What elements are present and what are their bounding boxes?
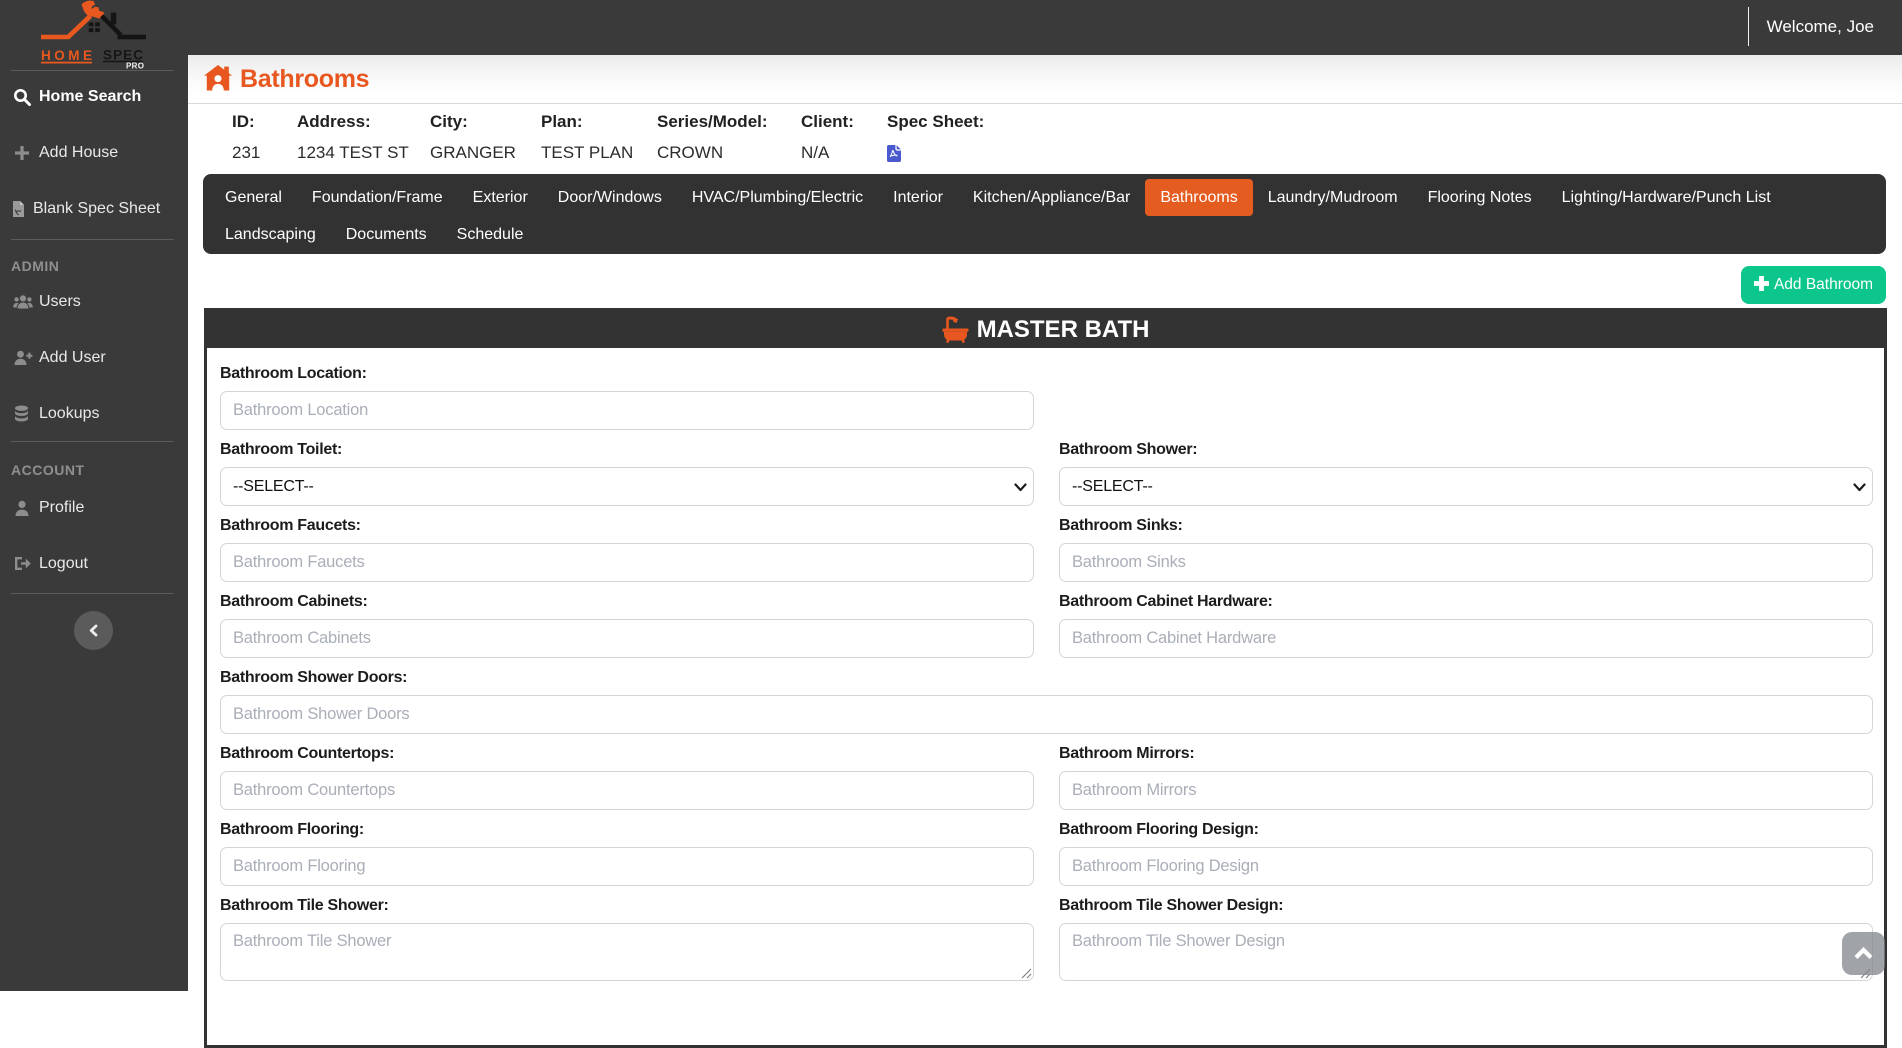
svg-text:PRO: PRO — [126, 61, 144, 70]
svg-text:HOME: HOME — [41, 48, 92, 63]
svg-text:SPEC: SPEC — [103, 48, 143, 63]
